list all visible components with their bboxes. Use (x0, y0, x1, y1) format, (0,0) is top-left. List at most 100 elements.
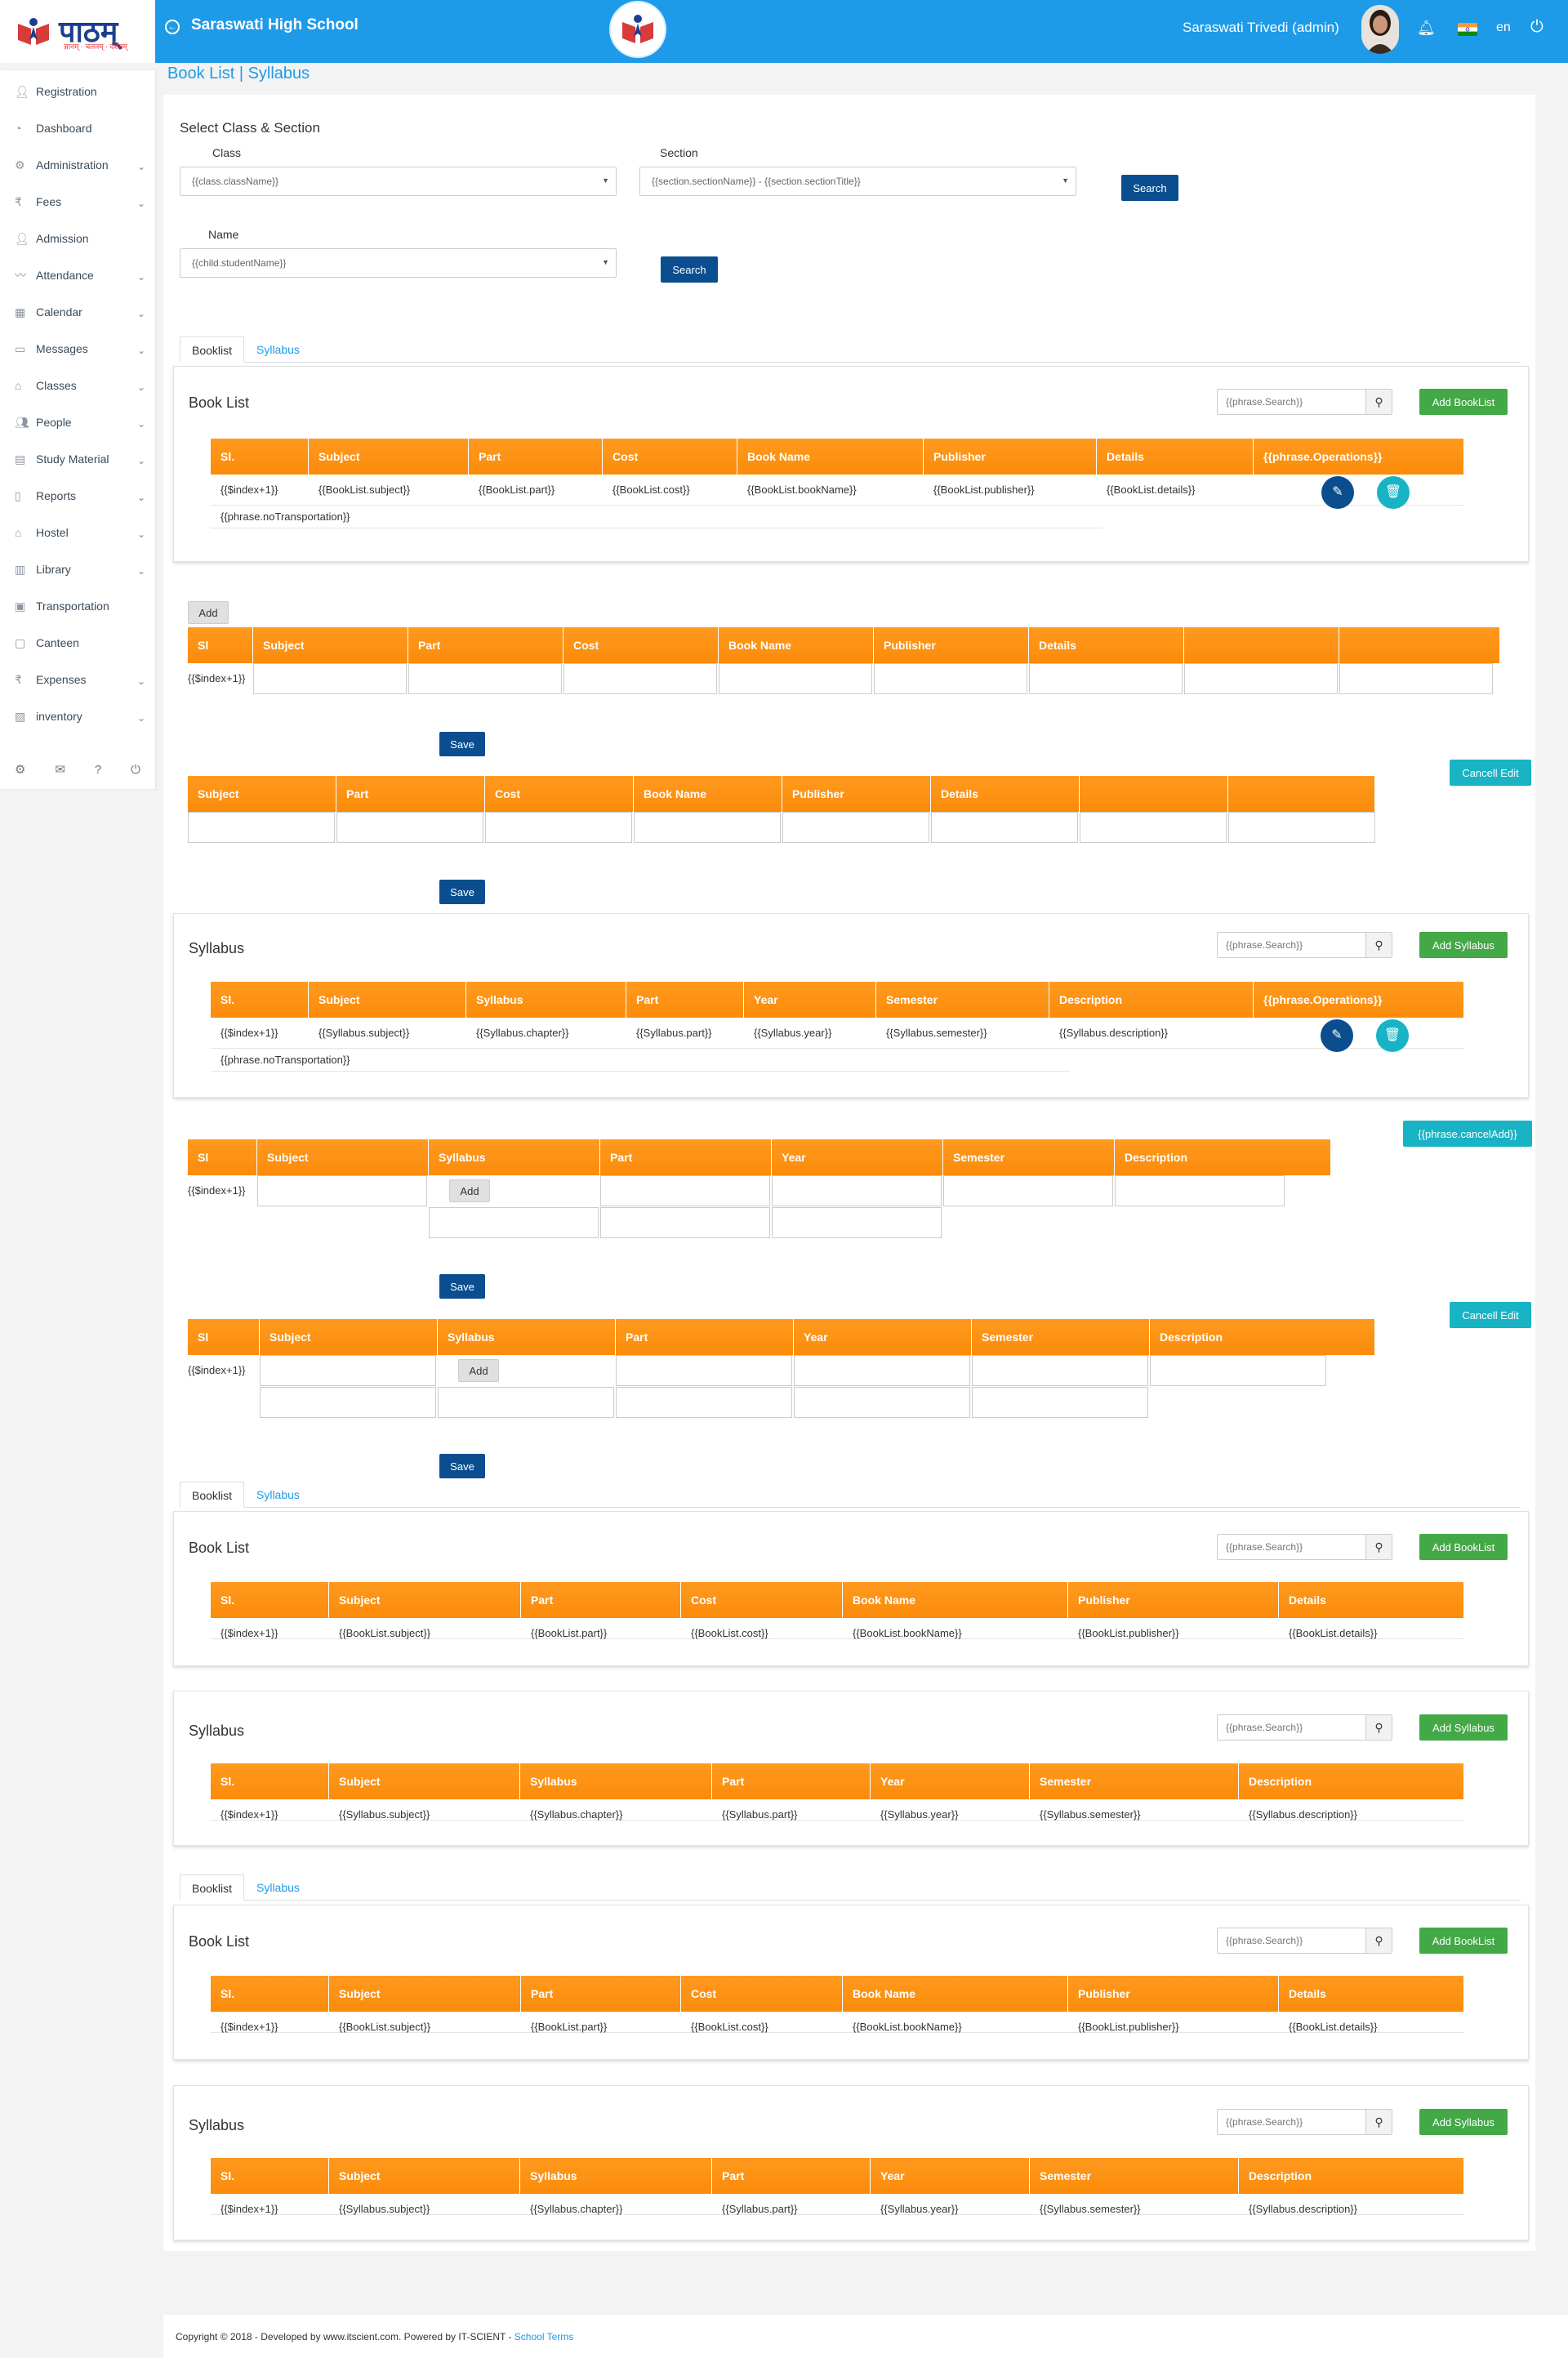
sidebar-item-attendance[interactable]: 〰 Attendance ⌄ (0, 261, 155, 290)
text-input[interactable] (616, 1355, 792, 1386)
text-input[interactable] (1184, 663, 1338, 694)
save-edit-syllabus-button[interactable]: Save (439, 1454, 485, 1478)
booklist-search-input[interactable] (1218, 1535, 1369, 1559)
text-input[interactable] (634, 812, 781, 843)
india-flag-icon[interactable] (1458, 23, 1477, 36)
text-input[interactable] (408, 663, 562, 694)
text-input[interactable] (1228, 812, 1375, 843)
add-syllabus-button[interactable]: Add Syllabus (1419, 932, 1508, 958)
sidebar-item-messages[interactable]: ▭ Messages ⌄ (0, 334, 155, 363)
syllabus-search-input[interactable] (1218, 933, 1369, 957)
text-input[interactable] (600, 1207, 770, 1238)
add-syllabus-button[interactable]: Add Syllabus (1419, 2109, 1508, 2135)
tab-syllabus[interactable]: Syllabus (245, 337, 311, 363)
sidebar-item-administration[interactable]: ⚙ Administration ⌄ (0, 150, 155, 180)
text-input[interactable] (794, 1355, 970, 1386)
cancel-add-syllabus-button[interactable]: {{phrase.cancelAdd}} (1403, 1121, 1532, 1147)
text-input[interactable] (260, 1355, 436, 1386)
add-row-button[interactable]: Add (188, 601, 229, 624)
sidebar-item-dashboard[interactable]: ◔ Dashboard (0, 114, 155, 143)
text-input[interactable] (874, 663, 1027, 694)
syllabus-search-input[interactable] (1218, 2110, 1369, 2134)
add-chapter-button[interactable]: Add (458, 1359, 499, 1382)
text-input[interactable] (931, 812, 1078, 843)
sidebar-item-calendar[interactable]: ▦ Calendar ⌄ (0, 297, 155, 327)
save-booklist-button[interactable]: Save (439, 732, 485, 756)
text-input[interactable] (336, 812, 483, 843)
search-icon[interactable]: ⚲ (1365, 1535, 1392, 1559)
bell-icon[interactable]: 🔔︎ (1417, 20, 1436, 37)
sidebar-item-registration[interactable]: 👤︎ Registration (0, 77, 155, 106)
settings-icon[interactable]: ⚙ (15, 762, 25, 777)
search-icon[interactable]: ⚲ (1365, 1715, 1392, 1740)
power-icon[interactable]: ⏻ (1530, 18, 1544, 37)
add-booklist-button[interactable]: Add BookList (1419, 1534, 1508, 1560)
delete-trash-icon[interactable]: 🗑︎ (1377, 476, 1410, 509)
search-icon[interactable]: ⚲ (1365, 1928, 1392, 1953)
user-name[interactable]: Saraswati Trivedi (admin) (1183, 20, 1339, 36)
add-booklist-button[interactable]: Add BookList (1419, 1928, 1508, 1954)
tab-booklist[interactable]: Booklist (180, 1482, 245, 1508)
sidebar-item-canteen[interactable]: ▢ Canteen (0, 628, 155, 657)
text-input[interactable] (600, 1175, 770, 1206)
text-input[interactable] (188, 812, 335, 843)
sidebar-item-people[interactable]: 👥︎ People ⌄ (0, 408, 155, 437)
text-input[interactable] (257, 1175, 427, 1206)
sidebar-item-inventory[interactable]: ▨ inventory ⌄ (0, 702, 155, 731)
mail-icon[interactable]: ✉ (55, 762, 65, 777)
text-input[interactable] (438, 1387, 614, 1418)
sidebar-item-library[interactable]: ▥ Library ⌄ (0, 555, 155, 584)
text-input[interactable] (616, 1387, 792, 1418)
sidebar-item-admission[interactable]: 👤︎ Admission (0, 224, 155, 253)
syllabus-search-input[interactable] (1218, 1715, 1369, 1740)
section-select[interactable]: {{section.sectionName}} - {{section.sect… (639, 167, 1076, 196)
text-input[interactable] (485, 812, 632, 843)
text-input[interactable] (1080, 812, 1227, 843)
cancel-edit-syllabus-button[interactable]: Cancell Edit (1450, 1302, 1531, 1328)
text-input[interactable] (719, 663, 872, 694)
save-syllabus-button[interactable]: Save (439, 1274, 485, 1299)
search-icon[interactable]: ⚲ (1365, 933, 1392, 957)
text-input[interactable] (972, 1355, 1148, 1386)
text-input[interactable] (772, 1175, 942, 1206)
class-select[interactable]: {{class.className}} ▼ (180, 167, 617, 196)
add-chapter-button[interactable]: Add (449, 1179, 490, 1202)
sidebar-item-study-material[interactable]: ▤ Study Material ⌄ (0, 444, 155, 474)
text-input[interactable] (1339, 663, 1493, 694)
avatar[interactable] (1361, 5, 1399, 54)
edit-pencil-icon[interactable]: ✎ (1321, 476, 1354, 509)
text-input[interactable] (794, 1387, 970, 1418)
text-input[interactable] (253, 663, 407, 694)
student-name-select[interactable]: {{child.studentName}} ▼ (180, 248, 617, 278)
delete-trash-icon[interactable]: 🗑︎ (1376, 1019, 1409, 1052)
text-input[interactable] (943, 1175, 1113, 1206)
school-terms-link[interactable]: School Terms (514, 2331, 573, 2342)
text-input[interactable] (972, 1387, 1148, 1418)
language-selector[interactable]: en (1496, 20, 1511, 35)
save-edit-booklist-button[interactable]: Save (439, 880, 485, 904)
text-input[interactable] (1115, 1175, 1285, 1206)
search-name-button[interactable]: Search (661, 256, 718, 283)
tab-syllabus[interactable]: Syllabus (245, 1482, 311, 1508)
booklist-search-input[interactable] (1218, 1928, 1369, 1953)
tab-syllabus[interactable]: Syllabus (245, 1874, 311, 1901)
text-input[interactable] (260, 1387, 436, 1418)
search-icon[interactable]: ⚲ (1365, 2110, 1392, 2134)
sidebar-item-hostel[interactable]: ⌂ Hostel ⌄ (0, 518, 155, 547)
cancel-edit-booklist-button[interactable]: Cancell Edit (1450, 760, 1531, 786)
search-class-button[interactable]: Search (1121, 175, 1178, 201)
sidebar-item-fees[interactable]: ₹ Fees ⌄ (0, 187, 155, 216)
edit-pencil-icon[interactable]: ✎ (1321, 1019, 1353, 1052)
text-input[interactable] (772, 1207, 942, 1238)
text-input[interactable] (1029, 663, 1183, 694)
help-icon[interactable]: ? (95, 763, 101, 777)
back-arrow-icon[interactable]: ← (165, 20, 180, 34)
text-input[interactable] (564, 663, 717, 694)
sidebar-item-transportation[interactable]: ▣ Transportation (0, 591, 155, 621)
text-input[interactable] (429, 1207, 599, 1238)
booklist-search-input[interactable] (1218, 390, 1369, 414)
tab-booklist[interactable]: Booklist (180, 1874, 245, 1901)
text-input[interactable] (782, 812, 929, 843)
sidebar-item-classes[interactable]: ⌂ Classes ⌄ (0, 371, 155, 400)
search-icon[interactable]: ⚲ (1365, 390, 1392, 414)
